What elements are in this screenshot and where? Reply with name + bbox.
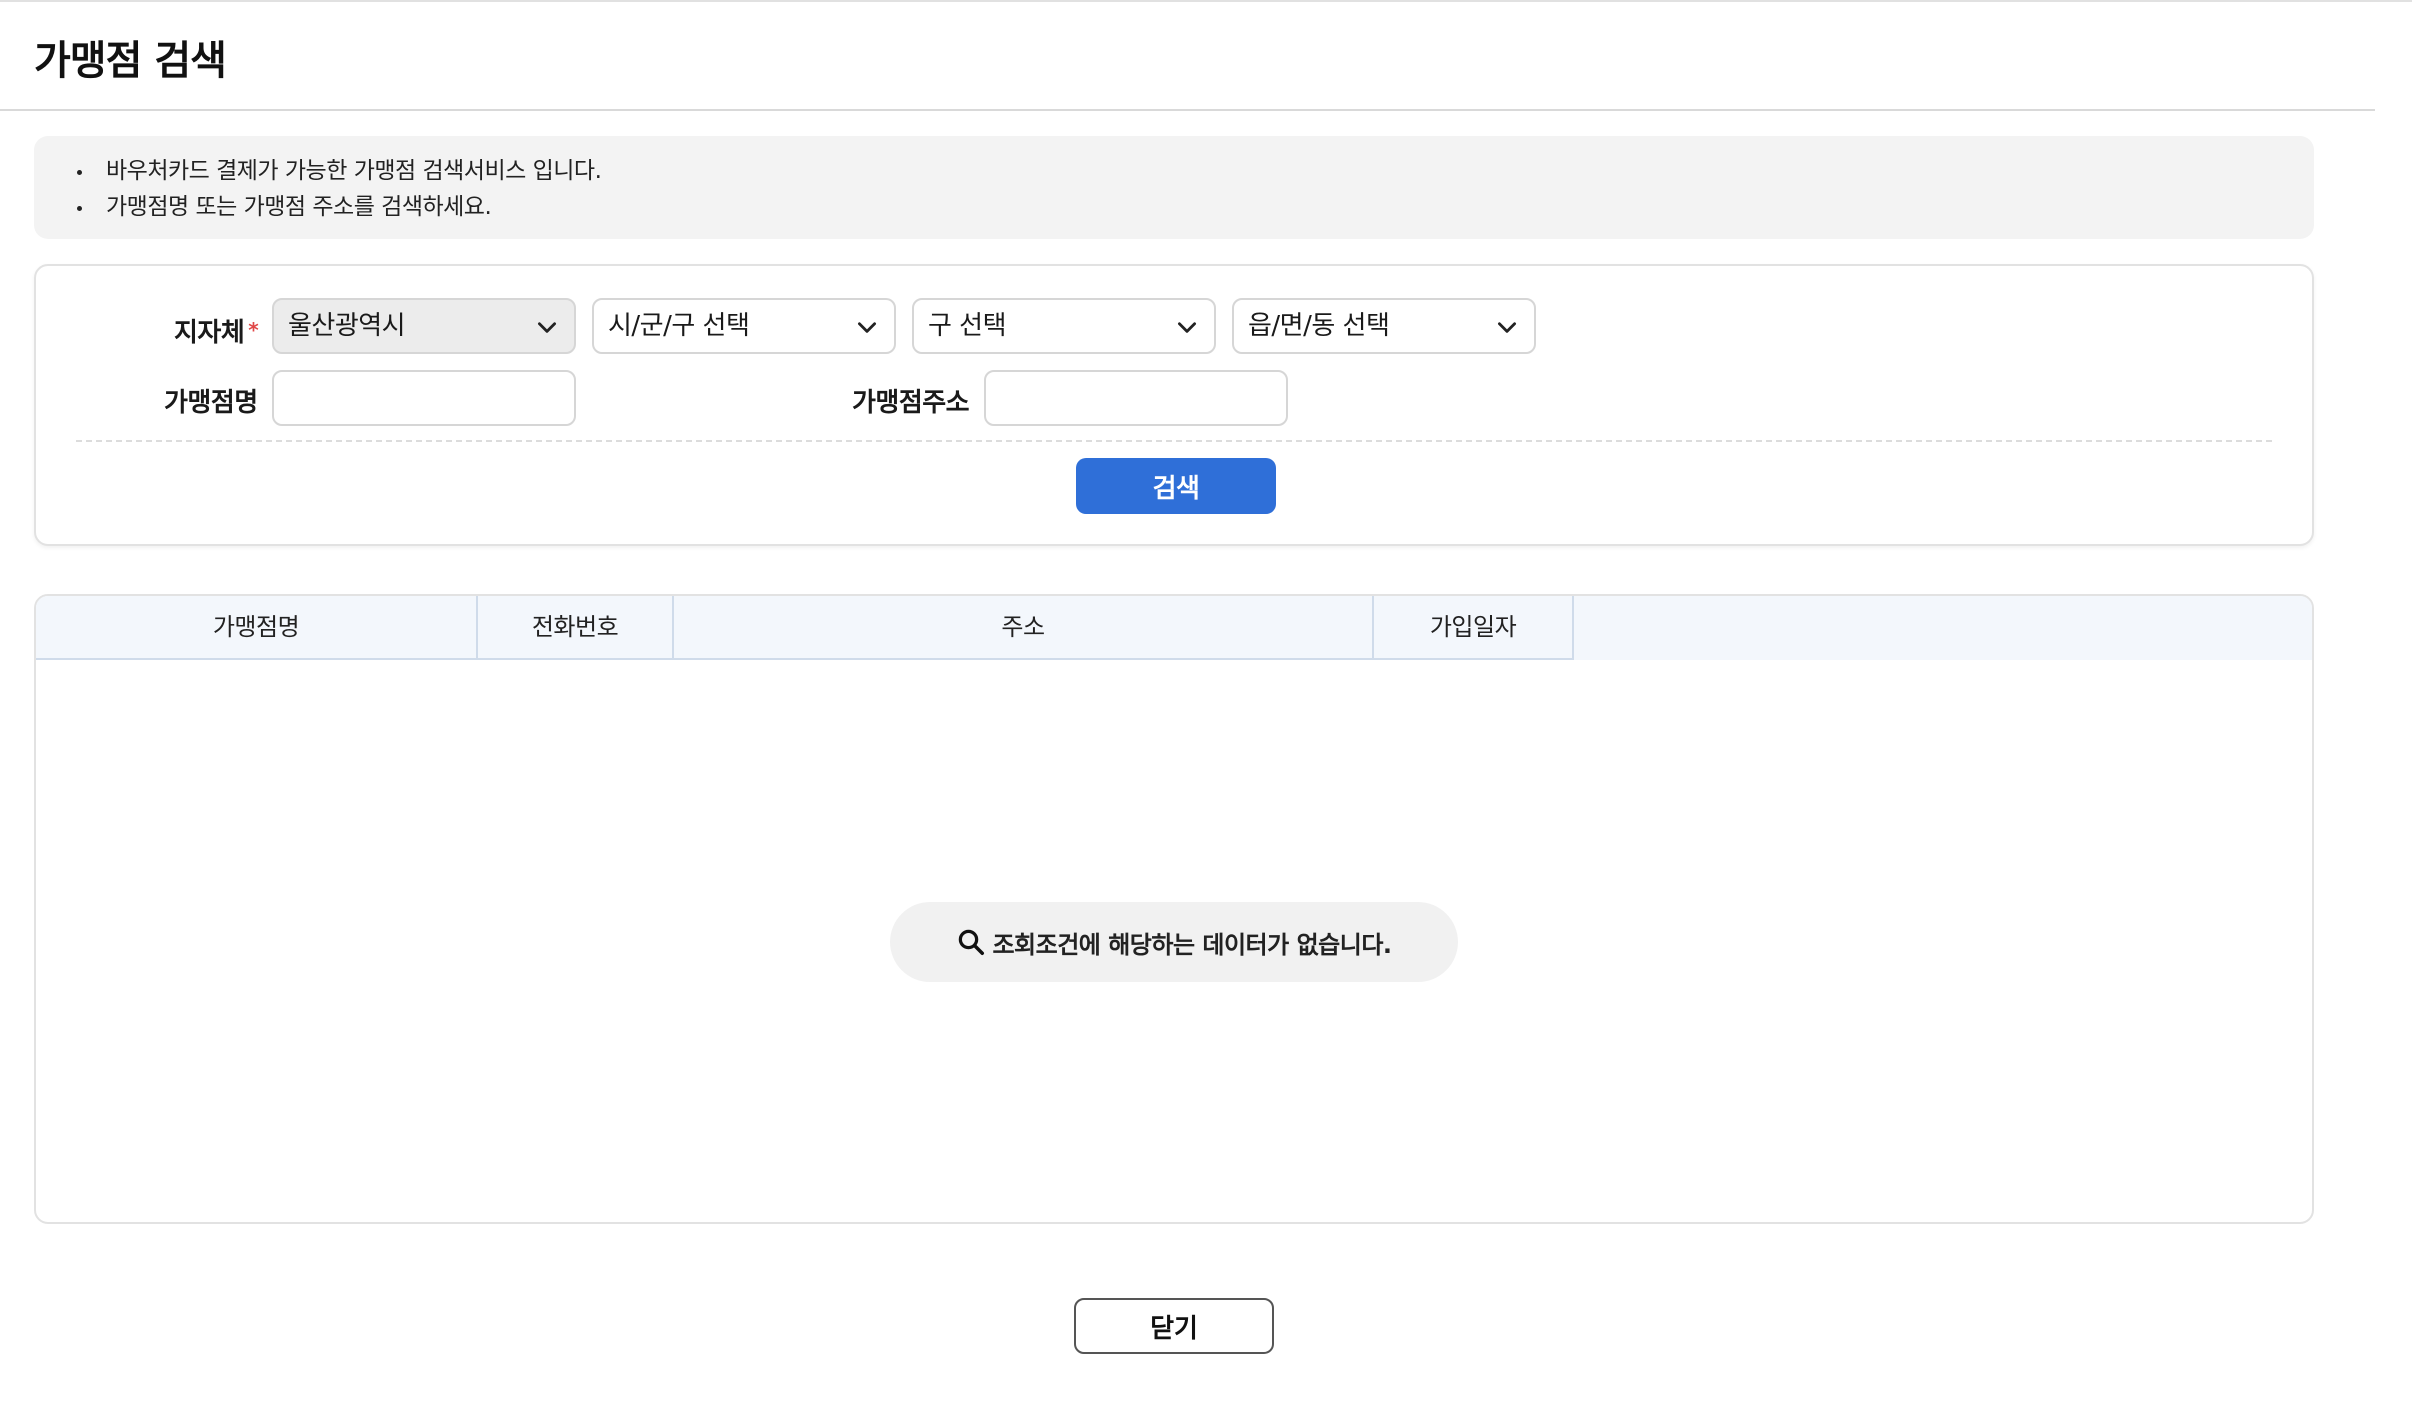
- dong-select[interactable]: 읍/면/동 선택: [1232, 298, 1536, 354]
- notice-list: 바우처카드 결제가 가능한 가맹점 검색서비스 입니다. 가맹점명 또는 가맹점…: [72, 153, 2314, 225]
- gu-select-value: 구 선택: [928, 311, 1007, 341]
- column-header-phone[interactable]: 전화번호: [478, 596, 674, 660]
- store-address-input[interactable]: [984, 370, 1288, 426]
- search-button[interactable]: 검색: [1076, 458, 1276, 514]
- region-label: 지자체 *: [174, 312, 259, 349]
- page-title: 가맹점 검색: [34, 38, 227, 84]
- column-header-join-date[interactable]: 가입일자: [1374, 596, 1574, 660]
- chevron-down-icon: [858, 322, 876, 333]
- search-icon: [959, 929, 985, 955]
- chevron-down-icon: [538, 322, 556, 333]
- required-mark: *: [248, 318, 259, 342]
- page-header: 가맹점 검색: [0, 2, 2375, 111]
- column-header-store-name[interactable]: 가맹점명: [36, 596, 478, 660]
- store-address-label: 가맹점주소: [852, 388, 970, 418]
- dong-select-value: 읍/면/동 선택: [1248, 311, 1390, 341]
- notice-item: 가맹점명 또는 가맹점 주소를 검색하세요.: [72, 189, 2314, 225]
- region-label-text: 지자체: [174, 318, 245, 348]
- region-select-value: 울산광역시: [288, 311, 406, 341]
- notice-box: 바우처카드 결제가 가능한 가맹점 검색서비스 입니다. 가맹점명 또는 가맹점…: [34, 136, 2314, 239]
- result-table: 가맹점명 전화번호 주소 가입일자 조회조건에 해당하는 데이터가 없습니다.: [34, 594, 2314, 1224]
- empty-message: 조회조건에 해당하는 데이터가 없습니다.: [992, 930, 1392, 959]
- chevron-down-icon: [1178, 322, 1196, 333]
- store-name-input[interactable]: [272, 370, 576, 426]
- column-header-address[interactable]: 주소: [674, 596, 1374, 660]
- empty-state: 조회조건에 해당하는 데이터가 없습니다.: [890, 902, 1458, 982]
- divider: [76, 440, 2272, 442]
- chevron-down-icon: [1498, 322, 1516, 333]
- close-button[interactable]: 닫기: [1074, 1298, 1274, 1354]
- search-panel: 지자체 * 울산광역시 시/군/구 선택 구 선택 읍/면/동 선택 가맹점명 가…: [34, 264, 2314, 546]
- notice-item: 바우처카드 결제가 가능한 가맹점 검색서비스 입니다.: [72, 153, 2314, 189]
- gu-select[interactable]: 구 선택: [912, 298, 1216, 354]
- region-select[interactable]: 울산광역시: [272, 298, 576, 354]
- store-name-label: 가맹점명: [164, 388, 258, 418]
- city-district-select-value: 시/군/구 선택: [608, 311, 750, 341]
- city-district-select[interactable]: 시/군/구 선택: [592, 298, 896, 354]
- table-header: 가맹점명 전화번호 주소 가입일자: [36, 596, 2312, 660]
